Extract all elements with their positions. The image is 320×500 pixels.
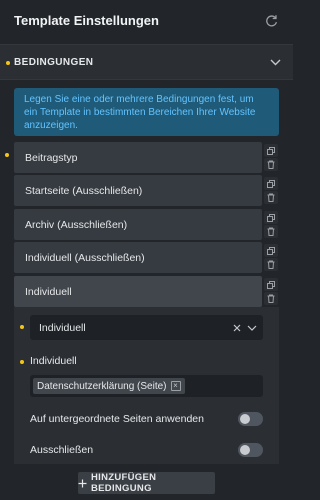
duplicate-icon[interactable] [264,177,278,190]
condition-type-select[interactable]: Individuell [30,315,263,340]
page-tag-input[interactable]: Datenschutzerklärung (Seite) × [30,375,263,397]
duplicate-icon[interactable] [264,144,278,157]
modified-dot [20,360,24,364]
duplicate-icon[interactable] [264,211,278,224]
condition-label: Individuell [25,285,72,298]
trash-icon[interactable] [264,158,278,171]
condition-label: Individuell (Ausschließen) [25,251,145,264]
condition-item[interactable]: Individuell (Ausschließen) [14,242,262,273]
condition-item[interactable]: Startseite (Ausschließen) [14,175,262,206]
panel-title: Template Einstellungen [14,12,159,28]
remove-tag-icon[interactable]: × [170,381,181,391]
toggle-label: Ausschließen [30,444,94,456]
conditions-section-header[interactable]: BEDINGUNGEN [0,44,293,80]
info-text: Legen Sie eine oder mehrere Bedingungen … [24,94,256,131]
trash-icon[interactable] [264,225,278,238]
chevron-down-icon[interactable] [270,59,281,66]
section-label: BEDINGUNGEN [14,56,94,68]
trash-icon[interactable] [264,191,278,204]
select-value: Individuell [39,321,86,334]
exclude-toggle[interactable] [238,443,263,457]
tag-label: Datenschutzerklärung (Seite) [37,380,167,392]
modified-dot [20,325,24,329]
clear-icon[interactable] [233,324,241,332]
duplicate-icon[interactable] [264,278,278,291]
condition-actions [263,276,279,307]
add-condition-button[interactable]: HINZUFÜGEN BEDINGUNG [78,472,215,494]
condition-item[interactable]: Archiv (Ausschließen) [14,209,262,240]
exclude-row: Ausschließen [30,440,263,460]
condition-item-active[interactable]: Individuell [14,276,262,307]
modified-dot [6,61,10,65]
panel-header: Template Einstellungen [0,0,293,40]
condition-item[interactable]: Beitragstyp [14,142,262,173]
chevron-down-icon[interactable] [247,325,257,331]
trash-icon[interactable] [264,258,278,271]
condition-label: Archiv (Ausschließen) [25,218,128,231]
condition-actions [263,242,279,273]
toggle-label: Auf untergeordnete Seiten anwenden [30,413,204,425]
apply-children-toggle[interactable] [238,412,263,426]
add-button-label: HINZUFÜGEN BEDINGUNG [91,472,157,494]
trash-icon[interactable] [264,292,278,305]
condition-actions [263,209,279,240]
condition-actions [263,142,279,173]
refresh-icon[interactable] [265,14,278,27]
condition-label: Startseite (Ausschließen) [25,184,143,197]
field-label: Individuell [30,355,77,367]
condition-label: Beitragstyp [25,151,78,164]
condition-actions [263,175,279,206]
apply-children-row: Auf untergeordnete Seiten anwenden [30,409,263,429]
plus-icon [78,479,87,488]
duplicate-icon[interactable] [264,244,278,257]
modified-dot [5,153,9,157]
info-notice: Legen Sie eine oder mehrere Bedingungen … [14,88,279,136]
selected-page-tag: Datenschutzerklärung (Seite) × [33,378,185,394]
